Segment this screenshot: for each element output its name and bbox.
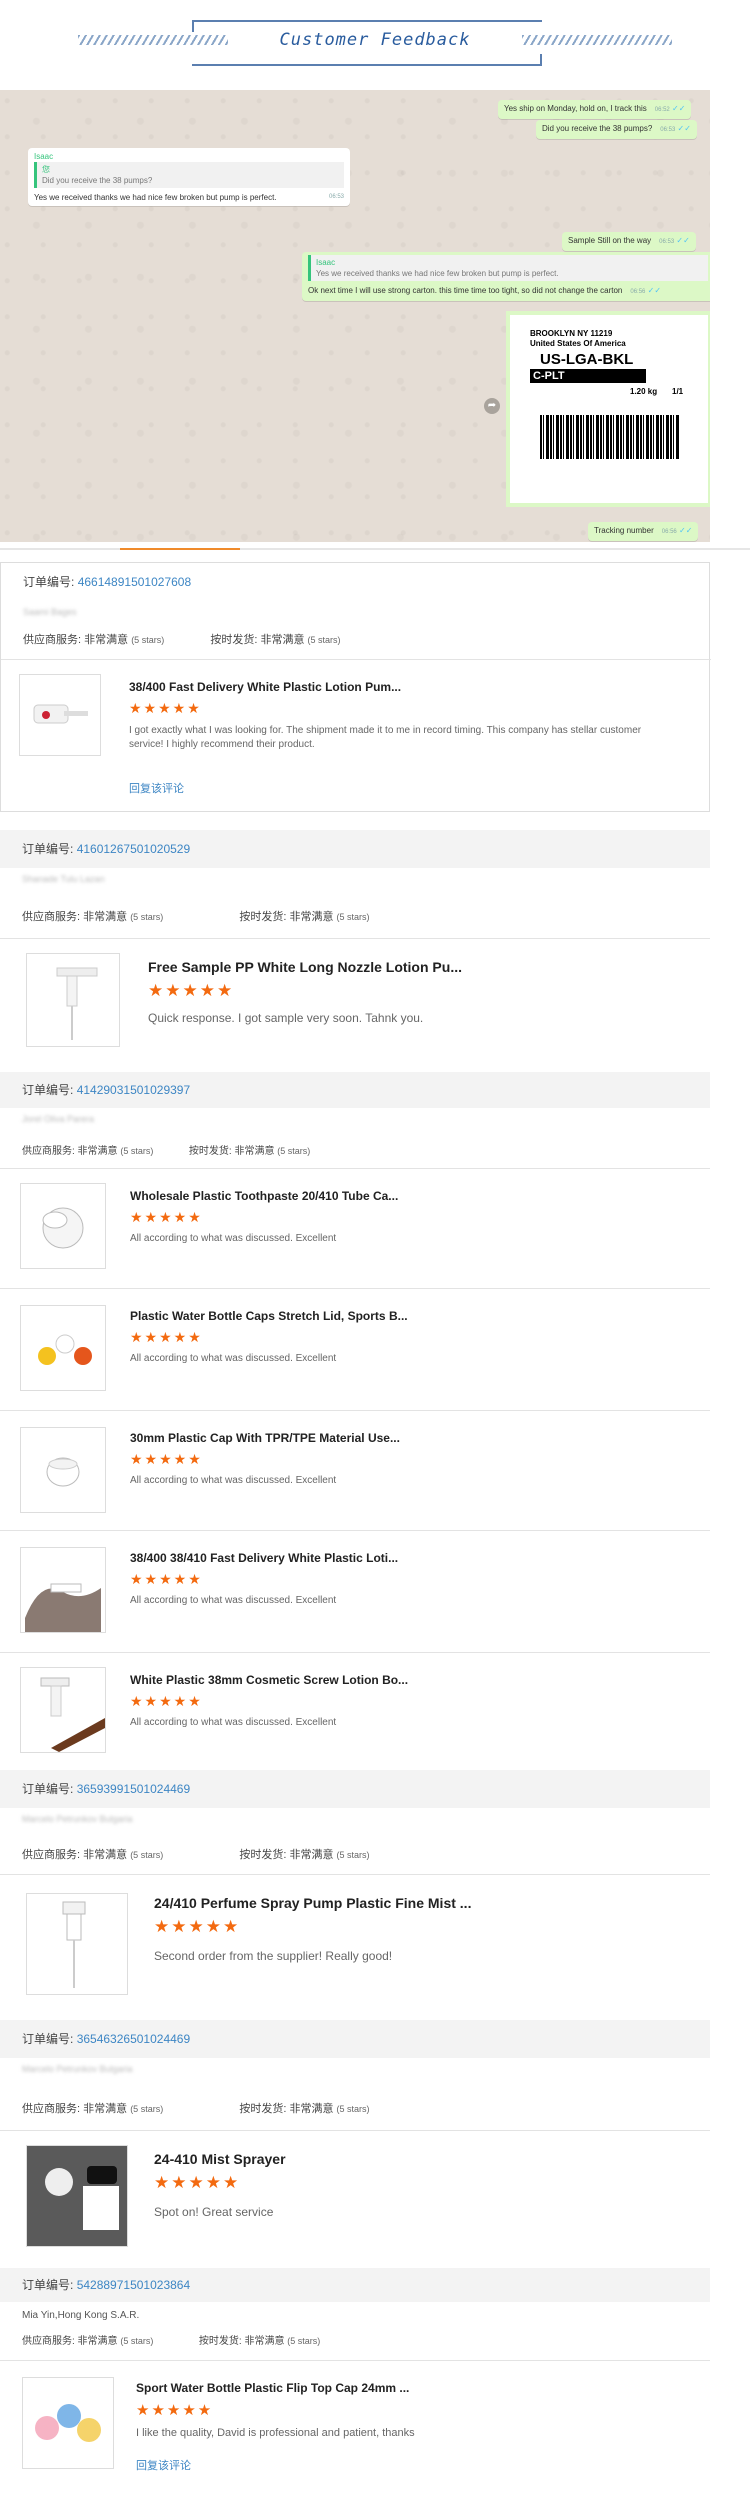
rating-stars: ★★★★★: [130, 1329, 203, 1345]
product-thumbnail[interactable]: [26, 2145, 128, 2247]
review-text: Quick response. I got sample very soon. …: [148, 1011, 424, 1025]
rating-stars: ★★★★★: [136, 2402, 214, 2419]
product-thumbnail[interactable]: [26, 1893, 128, 1995]
order-review-block: 订单编号: 41429031501029397 Jorel Oliva Pare…: [0, 1072, 710, 1762]
product-name[interactable]: Free Sample PP White Long Nozzle Lotion …: [148, 959, 462, 975]
review-item: 24-410 Mist Sprayer ★★★★★ Spot on! Great…: [0, 2130, 710, 2261]
chat-message-out: Yes ship on Monday, hold on, I track thi…: [498, 100, 692, 119]
product-name[interactable]: Wholesale Plastic Toothpaste 20/410 Tube…: [130, 1189, 398, 1203]
feedback-header: Customer Feedback: [0, 0, 750, 90]
order-review-block: 订单编号: 54288971501023864 Mia Yin,Hong Kon…: [0, 2268, 710, 2506]
product-thumbnail[interactable]: [20, 1183, 106, 1269]
order-review-block: 订单编号: 46614891501027608 Saami Bages 供应商服…: [0, 562, 711, 812]
rating-stars: ★★★★★: [130, 1571, 203, 1587]
review-text: All according to what was discussed. Exc…: [130, 1353, 337, 1364]
shipping-label-image: BROOKLYN NY 11219 United States Of Ameri…: [506, 311, 710, 507]
rating-stars: ★★★★★: [154, 1917, 241, 1936]
rating-stars: ★★★★★: [148, 981, 235, 1000]
service-ratings: 供应商服务: 非常满意 (5 stars) 按时发货: 非常满意 (5 star…: [22, 2103, 370, 2115]
buyer-name: Mia Yin,Hong Kong S.A.R.: [22, 2310, 140, 2321]
review-text: Spot on! Great service: [154, 2205, 274, 2219]
buyer-name: Shanade Tulu Lazan: [22, 874, 105, 884]
order-header: 订单编号: 41429031501029397: [0, 1072, 710, 1108]
chat-message-out: Tracking number 06:56 ✓✓: [588, 522, 699, 541]
chat-quote: 您 Did you receive the 38 pumps?: [34, 162, 344, 188]
service-ratings: 供应商服务: 非常满意 (5 stars) 按时发货: 非常满意 (5 star…: [22, 1146, 311, 1157]
rating-stars: ★★★★★: [130, 1451, 203, 1467]
review-item: Free Sample PP White Long Nozzle Lotion …: [0, 938, 710, 1069]
order-review-block: 订单编号: 36593991501024469 Marcelo Petrunko…: [0, 1770, 710, 2020]
review-text: I got exactly what I was looking for. Th…: [129, 725, 642, 750]
product-name[interactable]: 30mm Plastic Cap With TPR/TPE Material U…: [130, 1431, 400, 1445]
forward-icon[interactable]: ➦: [484, 398, 500, 414]
barcode-image: [540, 415, 680, 459]
review-item: Sport Water Bottle Plastic Flip Top Cap …: [0, 2360, 710, 2507]
review-text: All according to what was discussed. Exc…: [130, 1233, 337, 1244]
product-name[interactable]: 38/400 38/410 Fast Delivery White Plasti…: [130, 1551, 398, 1565]
order-number-link[interactable]: 46614891501027608: [78, 575, 191, 589]
chat-message-out: Sample Still on the way 06:53 ✓✓: [562, 232, 696, 251]
service-ratings: 供应商服务: 非常满意 (5 stars) 按时发货: 非常满意 (5 star…: [23, 634, 341, 646]
header-stripes-right: [522, 35, 672, 45]
service-ratings: 供应商服务: 非常满意 (5 stars) 按时发货: 非常满意 (5 star…: [22, 911, 370, 923]
rating-stars: ★★★★★: [130, 1209, 203, 1225]
order-review-block: 订单编号: 41601267501020529 Shanade Tulu Laz…: [0, 830, 710, 1070]
order-header: 订单编号: 41601267501020529: [0, 830, 710, 868]
review-item: Plastic Water Bottle Caps Stretch Lid, S…: [0, 1288, 710, 1411]
order-review-block: 订单编号: 36546326501024469 Marcelo Petrunko…: [0, 2020, 710, 2268]
product-name[interactable]: Sport Water Bottle Plastic Flip Top Cap …: [136, 2381, 409, 2395]
order-header: 订单编号: 36546326501024469: [0, 2020, 710, 2058]
product-thumbnail[interactable]: [20, 1427, 106, 1513]
buyer-name: Saami Bages: [23, 607, 77, 617]
chat-screenshot: Yes ship on Monday, hold on, I track thi…: [0, 90, 710, 542]
chat-message-out: Isaac Yes we received thanks we had nice…: [302, 252, 710, 301]
buyer-name: Marcelo Petrunkov Bulgaria: [22, 2064, 133, 2074]
service-ratings: 供应商服务: 非常满意 (5 stars) 按时发货: 非常满意 (5 star…: [22, 2336, 321, 2347]
buyer-name: Jorel Oliva Parera: [22, 1114, 95, 1124]
order-header: 订单编号: 54288971501023864: [0, 2268, 710, 2302]
product-thumbnail[interactable]: [20, 1667, 106, 1753]
rating-stars: ★★★★★: [130, 1693, 203, 1709]
product-name[interactable]: Plastic Water Bottle Caps Stretch Lid, S…: [130, 1309, 408, 1323]
buyer-name: Marcelo Petrunkov Bulgaria: [22, 1814, 133, 1824]
product-name[interactable]: 24/410 Perfume Spray Pump Plastic Fine M…: [154, 1895, 471, 1911]
review-text: All according to what was discussed. Exc…: [130, 1475, 337, 1486]
reply-link[interactable]: 回复该评论: [136, 2457, 191, 2473]
product-thumbnail[interactable]: [26, 953, 120, 1047]
review-item: Wholesale Plastic Toothpaste 20/410 Tube…: [0, 1168, 710, 1289]
reply-link[interactable]: 回复该评论: [129, 780, 184, 796]
review-item: 38/400 38/410 Fast Delivery White Plasti…: [0, 1530, 710, 1653]
product-thumbnail[interactable]: [20, 1305, 106, 1391]
chat-message-in: Isaac 您 Did you receive the 38 pumps? Ye…: [28, 148, 350, 206]
product-name[interactable]: White Plastic 38mm Cosmetic Screw Lotion…: [130, 1673, 408, 1687]
review-text: Second order from the supplier! Really g…: [154, 1949, 393, 1963]
order-number-link[interactable]: 41429031501029397: [77, 1083, 190, 1097]
product-name[interactable]: 38/400 Fast Delivery White Plastic Lotio…: [129, 680, 401, 694]
service-ratings: 供应商服务: 非常满意 (5 stars) 按时发货: 非常满意 (5 star…: [22, 1849, 370, 1861]
review-item: White Plastic 38mm Cosmetic Screw Lotion…: [0, 1652, 710, 1763]
rating-stars: ★★★★★: [154, 2173, 241, 2192]
order-header: 订单编号: 36593991501024469: [0, 1770, 710, 1808]
review-text: All according to what was discussed. Exc…: [130, 1595, 337, 1606]
product-thumbnail[interactable]: [22, 2377, 114, 2469]
chat-message-out: Did you receive the 38 pumps? 06:53 ✓✓: [536, 120, 697, 139]
review-item: 30mm Plastic Cap With TPR/TPE Material U…: [0, 1410, 710, 1531]
chat-quote: Isaac Yes we received thanks we had nice…: [308, 255, 708, 281]
product-thumbnail[interactable]: [19, 674, 101, 756]
order-header: 订单编号: 46614891501027608: [1, 563, 709, 601]
product-thumbnail[interactable]: [20, 1547, 106, 1633]
order-number-link[interactable]: 41601267501020529: [77, 842, 190, 856]
review-item: 38/400 Fast Delivery White Plastic Lotio…: [1, 659, 711, 810]
order-number-link[interactable]: 36593991501024469: [77, 1782, 190, 1796]
review-item: 24/410 Perfume Spray Pump Plastic Fine M…: [0, 1874, 710, 2015]
product-name[interactable]: 24-410 Mist Sprayer: [154, 2151, 286, 2167]
order-number-link[interactable]: 36546326501024469: [77, 2032, 190, 2046]
review-text: I like the quality, David is professiona…: [136, 2427, 415, 2439]
order-number-link[interactable]: 54288971501023864: [77, 2278, 190, 2292]
review-text: All according to what was discussed. Exc…: [130, 1717, 337, 1728]
rating-stars: ★★★★★: [129, 700, 202, 716]
section-divider: [0, 548, 750, 550]
